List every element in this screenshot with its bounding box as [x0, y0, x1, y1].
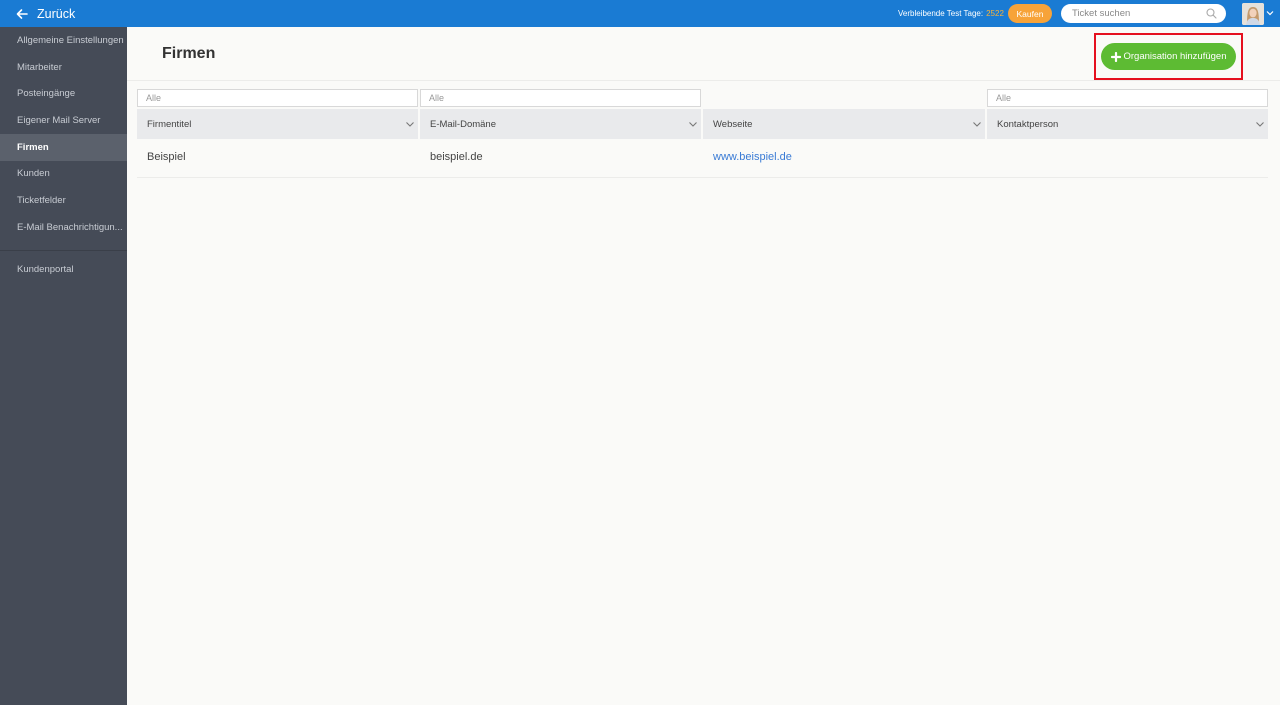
sidebar-item-companies[interactable]: Firmen — [0, 134, 127, 161]
search-icon[interactable] — [1206, 8, 1217, 19]
sidebar-item-mail-server[interactable]: Eigener Mail Server — [0, 107, 127, 134]
plus-icon — [1110, 51, 1121, 62]
ticket-search-input[interactable] — [1072, 8, 1202, 19]
user-avatar[interactable] — [1242, 3, 1264, 25]
column-label: E-Mail-Domäne — [430, 118, 496, 130]
user-photo-icon — [1242, 3, 1264, 25]
header-divider — [127, 80, 1280, 81]
sidebar-item-customers[interactable]: Kunden — [0, 160, 127, 187]
column-header-website[interactable]: Webseite — [703, 109, 985, 139]
chevron-down-icon[interactable] — [1266, 9, 1274, 17]
sidebar-item-customer-portal[interactable]: Kundenportal — [0, 256, 127, 283]
settings-sidebar: Allgemeine Einstellungen Mitarbeiter Pos… — [0, 27, 127, 705]
chevron-down-icon — [406, 122, 414, 127]
cell-website-link[interactable]: www.beispiel.de — [713, 151, 792, 163]
column-header-email-domain[interactable]: E-Mail-Domäne — [420, 109, 701, 139]
buy-button[interactable]: Kaufen — [1008, 4, 1052, 23]
column-header-contact-person[interactable]: Kontaktperson — [987, 109, 1268, 139]
back-button[interactable]: Zurück — [16, 0, 75, 27]
cell-company-title[interactable]: Beispiel — [147, 151, 186, 163]
trial-days-count: 2522 — [986, 9, 1004, 18]
filter-email-domain[interactable] — [420, 89, 701, 107]
sidebar-item-employees[interactable]: Mitarbeiter — [0, 54, 127, 81]
arrow-left-icon — [16, 8, 28, 19]
column-header-company-title[interactable]: Firmentitel — [137, 109, 418, 139]
filter-company-title[interactable] — [137, 89, 418, 107]
sidebar-divider — [0, 250, 127, 251]
filter-contact-person[interactable] — [987, 89, 1268, 107]
top-bar: Zurück Verbleibende Test Tage: 2522 Kauf… — [0, 0, 1280, 27]
chevron-down-icon — [1256, 122, 1264, 127]
trial-label: Verbleibende Test Tage: — [898, 9, 984, 18]
sidebar-item-inboxes[interactable]: Posteingänge — [0, 80, 127, 107]
chevron-down-icon — [973, 122, 981, 127]
table-row-divider — [137, 177, 1268, 178]
trial-days-info: Verbleibende Test Tage: 2522 — [898, 0, 1004, 27]
sidebar-item-email-notifications[interactable]: E-Mail Benachrichtigun... — [0, 214, 127, 241]
sidebar-item-ticket-fields[interactable]: Ticketfelder — [0, 187, 127, 214]
column-label: Webseite — [713, 118, 753, 130]
column-label: Kontaktperson — [997, 118, 1059, 130]
chevron-down-icon — [689, 122, 697, 127]
page-title: Firmen — [162, 45, 216, 62]
sidebar-item-general-settings[interactable]: Allgemeine Einstellungen — [0, 27, 127, 54]
back-label: Zurück — [37, 6, 76, 21]
add-organisation-label: Organisation hinzufügen — [1123, 51, 1227, 62]
cell-email-domain: beispiel.de — [430, 151, 483, 163]
ticket-search — [1061, 4, 1226, 23]
add-organisation-button[interactable]: Organisation hinzufügen — [1101, 43, 1236, 70]
column-label: Firmentitel — [147, 118, 192, 130]
